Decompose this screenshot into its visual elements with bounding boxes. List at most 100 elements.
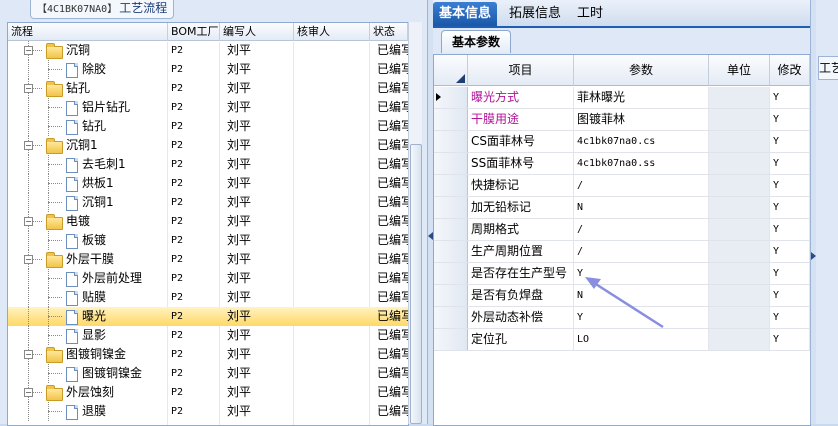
tree-column-header[interactable]: 状态 <box>370 23 408 41</box>
tree-connector <box>28 402 29 421</box>
tree-node-label[interactable]: 显影 <box>82 326 106 345</box>
collapse-node-icon[interactable]: − <box>24 46 33 55</box>
tree-node-label[interactable]: 沉铜1 <box>66 136 98 155</box>
tree-row[interactable]: 退膜 P2 刘平 已编写 <box>8 402 408 421</box>
tree-row[interactable]: − 外层蚀刻 P2 刘平 已编写 <box>8 383 408 402</box>
tree-row[interactable]: − 外层干膜 P2 刘平 已编写 <box>8 250 408 269</box>
tree-node-label[interactable]: 除胶 <box>82 60 106 79</box>
tree-node-label[interactable]: 铝片钻孔 <box>82 98 130 117</box>
tree-node-label[interactable]: 板镀 <box>82 231 106 250</box>
tree-cell-bom: P2 <box>171 273 184 284</box>
process-tree-grid: 流程BOM工厂编写人核审人状态−沉铜P2刘平已编写除胶P2刘平已编写−钻孔P2刘… <box>7 22 409 426</box>
tree-cell-reviewer <box>294 307 370 326</box>
tree-column-header[interactable]: BOM工厂 <box>168 23 220 41</box>
tree-row[interactable]: 沉铜1 P2 刘平 已编写 <box>8 193 408 212</box>
tree-row[interactable]: 图镀铜镍金 P2 刘平 已编写 <box>8 364 408 383</box>
collapsed-right-panel: 工艺 <box>816 0 838 424</box>
tree-scrollbar[interactable] <box>408 22 422 424</box>
tree-row[interactable]: 铝片钻孔 P2 刘平 已编写 <box>8 98 408 117</box>
tree-connector <box>48 107 62 108</box>
tree-cell-writer: 刘平 <box>227 119 252 133</box>
tree-row[interactable]: 曝光 P2 刘平 已编写 <box>8 307 408 326</box>
tree-cell-writer: 刘平 <box>227 328 252 342</box>
tree-cell-bom: P2 <box>171 197 184 208</box>
tree-row[interactable]: 外层前处理 P2 刘平 已编写 <box>8 269 408 288</box>
tree-row[interactable]: − 钻孔 P2 刘平 已编写 <box>8 79 408 98</box>
document-icon <box>66 120 78 135</box>
document-icon <box>66 101 78 116</box>
annotation-arrow-line <box>590 279 664 329</box>
collapse-node-icon[interactable]: − <box>24 388 33 397</box>
tree-node-label[interactable]: 钻孔 <box>66 79 90 98</box>
tree-cell-reviewer <box>294 79 370 98</box>
tree-connector <box>48 202 62 203</box>
tree-row[interactable]: − 电镀 P2 刘平 已编写 <box>8 212 408 231</box>
tree-cell-writer: 刘平 <box>227 404 252 418</box>
tree-cell-bom: P2 <box>171 216 184 227</box>
tree-row[interactable]: − 图镀铜镍金 P2 刘平 已编写 <box>8 345 408 364</box>
tree-cell-status: 已编写 <box>377 138 408 152</box>
folder-icon <box>46 214 63 230</box>
tree-row[interactable]: 钻孔 P2 刘平 已编写 <box>8 117 408 136</box>
tree-cell-bom: P2 <box>171 406 184 417</box>
tree-node-label[interactable]: 钻孔 <box>82 117 106 136</box>
collapse-node-icon[interactable]: − <box>24 255 33 264</box>
document-icon <box>66 329 78 344</box>
tree-connector <box>28 117 29 136</box>
tree-cell-writer: 刘平 <box>227 366 252 380</box>
tree-row[interactable]: 显影 P2 刘平 已编写 <box>8 326 408 345</box>
tree-node-label[interactable]: 贴膜 <box>82 288 106 307</box>
tree-cell-reviewer <box>294 41 370 60</box>
process-side-tab[interactable]: 工艺 <box>818 56 838 80</box>
tree-cell-writer: 刘平 <box>227 252 252 266</box>
tree-row[interactable]: − 沉铜1 P2 刘平 已编写 <box>8 136 408 155</box>
tree-row[interactable]: 去毛刺1 P2 刘平 已编写 <box>8 155 408 174</box>
tree-node-label[interactable]: 外层前处理 <box>82 269 142 288</box>
tree-node-label[interactable]: 图镀铜镍金 <box>66 345 126 364</box>
tree-cell-status: 已编写 <box>377 309 408 323</box>
tree-connector <box>28 288 29 307</box>
tree-cell-reviewer <box>294 155 370 174</box>
tree-cell-writer: 刘平 <box>227 214 252 228</box>
tree-cell-status: 已编写 <box>377 385 408 399</box>
tree-cell-reviewer <box>294 60 370 79</box>
tree-cell-bom: P2 <box>171 254 184 265</box>
tree-connector <box>48 183 62 184</box>
tree-row[interactable]: 除胶 P2 刘平 已编写 <box>8 60 408 79</box>
tree-cell-status: 已编写 <box>377 290 408 304</box>
tree-connector <box>48 411 62 412</box>
collapse-node-icon[interactable]: − <box>24 141 33 150</box>
folder-icon <box>46 138 63 154</box>
tree-node-label[interactable]: 电镀 <box>66 212 90 231</box>
tree-cell-writer: 刘平 <box>227 43 252 57</box>
tree-node-label[interactable]: 外层干膜 <box>66 250 114 269</box>
tree-node-label[interactable]: 退膜 <box>82 402 106 421</box>
tree-connector <box>28 98 29 117</box>
tree-column-header[interactable]: 流程 <box>8 23 168 41</box>
tree-node-label[interactable]: 烘板1 <box>82 174 114 193</box>
tree-node-label[interactable]: 沉铜 <box>66 41 90 60</box>
tree-cell-reviewer <box>294 212 370 231</box>
tree-cell-reviewer <box>294 288 370 307</box>
tree-column-header[interactable]: 核审人 <box>294 23 370 41</box>
tree-cell-writer: 刘平 <box>227 385 252 399</box>
tree-cell-status: 已编写 <box>377 347 408 361</box>
product-code-label: 【4C1BK07NA0】 <box>37 4 118 15</box>
tree-node-label[interactable]: 图镀铜镍金 <box>82 364 142 383</box>
collapse-node-icon[interactable]: − <box>24 84 33 93</box>
tree-node-label[interactable]: 沉铜1 <box>82 193 114 212</box>
tree-scrollbar-thumb[interactable] <box>410 144 422 424</box>
tree-connector <box>28 364 29 383</box>
tree-node-label[interactable]: 外层蚀刻 <box>66 383 114 402</box>
tree-row[interactable]: 贴膜 P2 刘平 已编写 <box>8 288 408 307</box>
tree-column-header[interactable]: 编写人 <box>220 23 294 41</box>
tree-row[interactable]: − 沉铜 P2 刘平 已编写 <box>8 41 408 60</box>
process-flow-tab[interactable]: 【4C1BK07NA0】 工艺流程 <box>30 0 175 19</box>
collapse-node-icon[interactable]: − <box>24 350 33 359</box>
tree-row[interactable]: 板镀 P2 刘平 已编写 <box>8 231 408 250</box>
tree-node-label[interactable]: 曝光 <box>82 307 106 326</box>
tree-node-label[interactable]: 去毛刺1 <box>82 155 126 174</box>
tree-cell-status: 已编写 <box>377 252 408 266</box>
tree-row[interactable]: 烘板1 P2 刘平 已编写 <box>8 174 408 193</box>
collapse-node-icon[interactable]: − <box>24 217 33 226</box>
